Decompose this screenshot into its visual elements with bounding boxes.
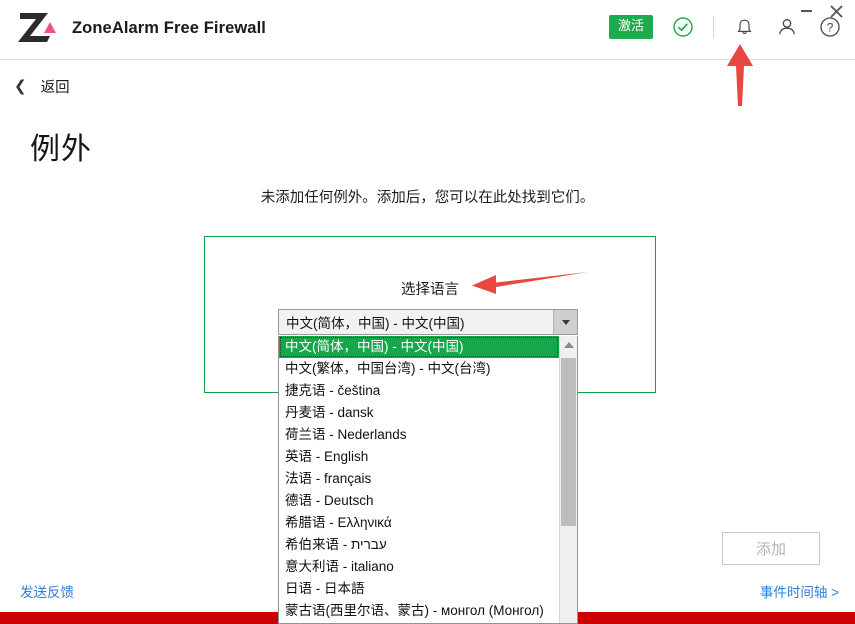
event-timeline-link[interactable]: 事件时间轴 >	[760, 581, 839, 601]
language-option-list: 中文(简体，中国) - 中文(中国) 中文(繁体，中国台湾) - 中文(台湾) 捷克…	[279, 336, 559, 623]
language-option[interactable]: 日语 - 日本語	[279, 578, 559, 600]
language-dropdown-list[interactable]: 中文(简体，中国) - 中文(中国) 中文(繁体，中国台湾) - 中文(台湾) 捷克…	[278, 336, 578, 624]
language-option[interactable]: 希伯来语 - עברית	[279, 534, 559, 556]
activate-button[interactable]: 激活	[608, 15, 653, 39]
header-actions: 激活 ?	[608, 14, 843, 40]
chevron-left-icon: ❮	[14, 78, 27, 95]
annotation-arrow-account-icon	[724, 44, 756, 106]
language-option[interactable]: 意大利语 - italiano	[279, 556, 559, 578]
send-feedback-link[interactable]: 发送反馈	[20, 581, 74, 601]
language-option[interactable]: 中文(繁体，中国台湾) - 中文(台湾)	[279, 358, 559, 380]
annotation-arrow-language-icon	[470, 268, 588, 300]
check-circle-icon[interactable]	[670, 14, 696, 40]
language-option[interactable]: 蒙古语(西里尔语、蒙古) - монгол (Монгол)	[279, 600, 559, 622]
zonealarm-logo-icon	[14, 9, 60, 47]
language-option[interactable]: 希腊语 - Ελληνικά	[279, 512, 559, 534]
language-option[interactable]: 丹麦语 - dansk	[279, 402, 559, 424]
language-option[interactable]: 中文(简体，中国) - 中文(中国)	[279, 336, 559, 358]
language-option[interactable]: 捷克语 - čeština	[279, 380, 559, 402]
svg-text:?: ?	[827, 20, 834, 34]
dropdown-scrollbar[interactable]	[559, 336, 577, 623]
app-title: ZoneAlarm Free Firewall	[72, 18, 266, 37]
language-combobox-value: 中文(简体，中国) - 中文(中国)	[279, 310, 553, 334]
empty-state-message: 未添加任何例外。添加后，您可以在此处找到它们。	[260, 190, 595, 206]
language-option[interactable]: 英语 - English	[279, 446, 559, 468]
language-panel-heading: 选择语言	[401, 282, 459, 298]
page-title: 例外	[30, 133, 92, 166]
language-option[interactable]: 法语 - français	[279, 468, 559, 490]
bell-icon[interactable]	[731, 14, 757, 40]
chevron-down-icon[interactable]	[553, 310, 577, 334]
header-divider	[713, 16, 714, 38]
scroll-up-icon[interactable]	[560, 336, 577, 353]
back-link-label: 返回	[40, 80, 70, 96]
scrollbar-thumb[interactable]	[561, 358, 576, 526]
brand: ZoneAlarm Free Firewall	[14, 9, 266, 47]
add-button[interactable]: 添加	[722, 532, 820, 565]
help-icon[interactable]: ?	[817, 14, 843, 40]
back-link[interactable]: ❮ 返回	[14, 76, 70, 97]
language-option[interactable]: 荷兰语 - Nederlands	[279, 424, 559, 446]
language-option[interactable]: 德语 - Deutsch	[279, 490, 559, 512]
person-icon[interactable]	[774, 14, 800, 40]
language-combobox[interactable]: 中文(简体，中国) - 中文(中国)	[278, 309, 578, 335]
